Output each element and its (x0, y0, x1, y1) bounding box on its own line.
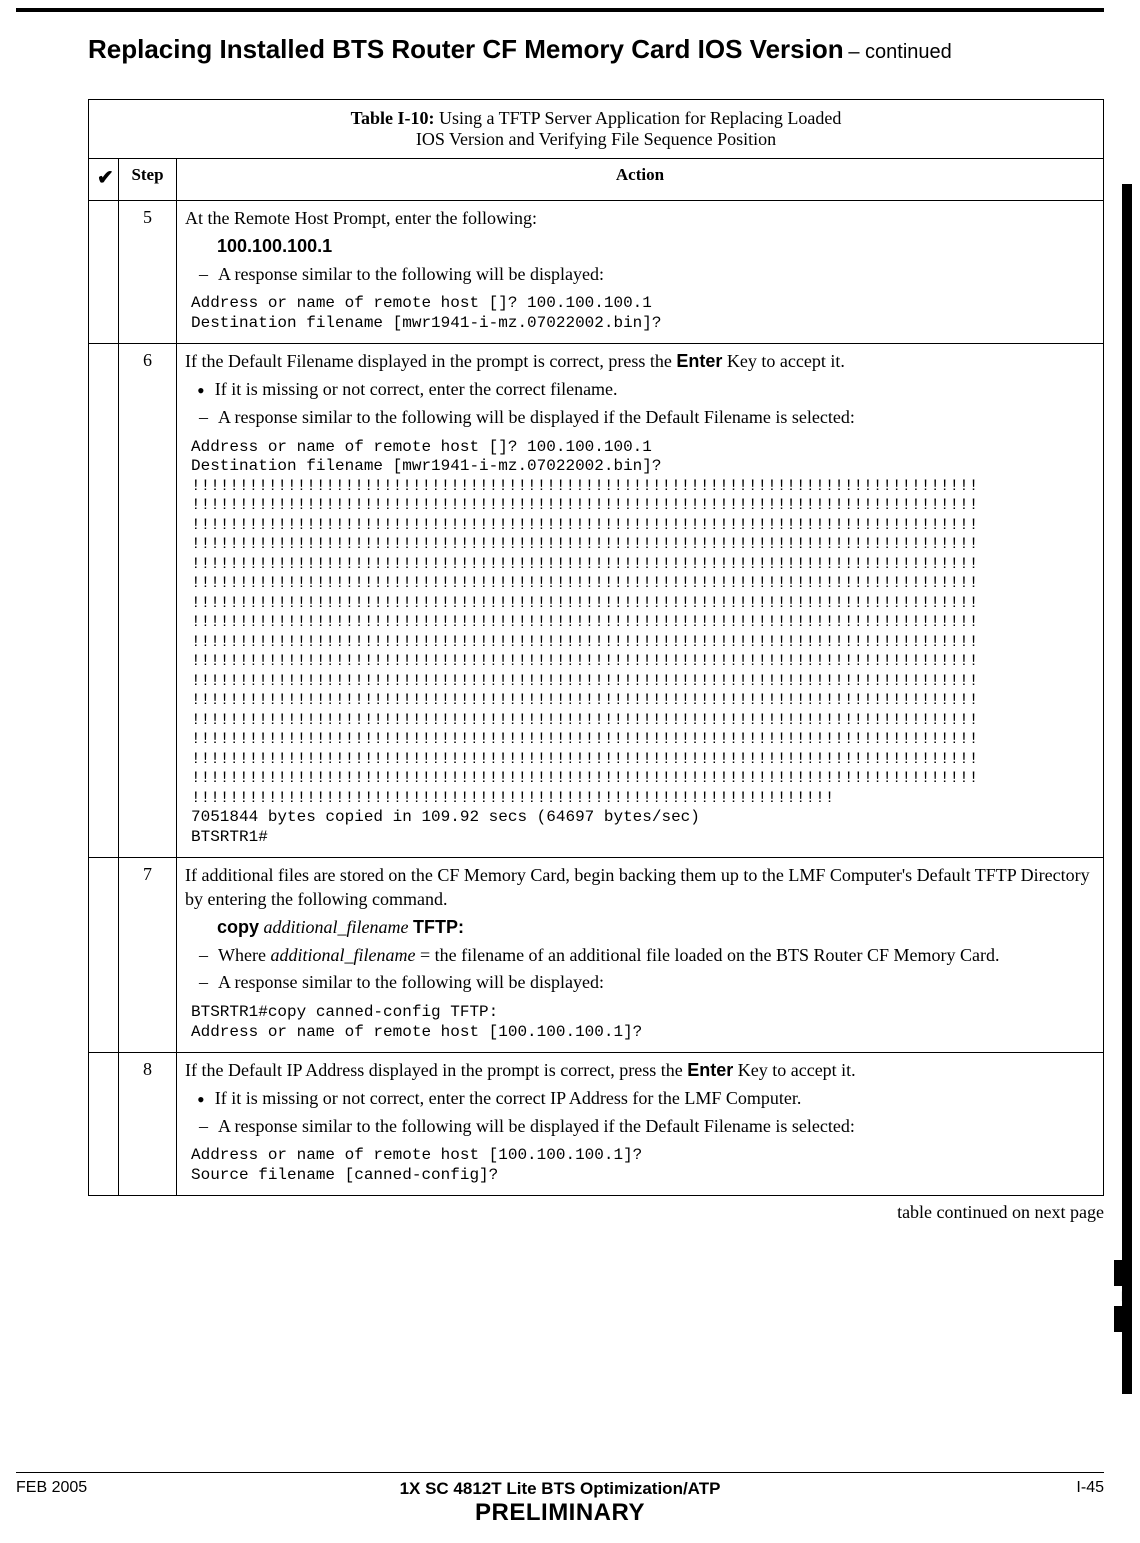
tab-block-bottom (1114, 1306, 1132, 1332)
table-caption-line2: IOS Version and Verifying File Sequence … (416, 129, 776, 149)
step-console-output: Address or name of remote host []? 100.1… (191, 438, 1095, 848)
step-console-output: Address or name of remote host [100.100.… (191, 1146, 1095, 1185)
cmd-copy: copy (217, 917, 259, 937)
table-row: 8 If the Default IP Address displayed in… (89, 1053, 1104, 1196)
bullet-icon: • (197, 1093, 205, 1117)
dash-icon: – (199, 406, 208, 430)
step-dash-text: A response similar to the following will… (218, 263, 1095, 287)
footer-doc-title: 1X SC 4812T Lite BTS Optimization/ATP (400, 1479, 721, 1499)
dash-post: = the filename of an additional file loa… (415, 945, 999, 965)
step-lead: If additional files are stored on the CF… (185, 864, 1095, 912)
footer-preliminary: PRELIMINARY (400, 1499, 721, 1527)
key-name: Enter (687, 1060, 733, 1080)
col-header-action: Action (177, 159, 1104, 201)
action-cell: If the Default IP Address displayed in t… (177, 1053, 1104, 1196)
step-lead-pre: If the Default IP Address displayed in t… (185, 1060, 687, 1080)
step-command: 100.100.100.1 (217, 236, 332, 256)
check-cell (89, 201, 119, 344)
dash-ital: additional_filename (270, 945, 415, 965)
footer-page-number: I-45 (730, 1479, 1104, 1497)
footer-date: FEB 2005 (16, 1479, 390, 1497)
dash-icon: – (199, 971, 208, 995)
step-lead: If the Default IP Address displayed in t… (185, 1059, 1095, 1083)
dash-icon: – (199, 944, 208, 968)
table-continued-note: table continued on next page (88, 1202, 1104, 1223)
table-caption-line1: Using a TFTP Server Application for Repl… (439, 108, 841, 128)
col-header-check: ✔ (89, 159, 119, 201)
tab-label: I (1114, 1286, 1132, 1306)
change-bar (1122, 184, 1132, 1394)
step-lead: At the Remote Host Prompt, enter the fol… (185, 207, 1095, 231)
top-rule (16, 8, 1104, 12)
page-title: Replacing Installed BTS Router CF Memory… (88, 34, 844, 64)
section-tab: I (1114, 1260, 1132, 1332)
footer-center: 1X SC 4812T Lite BTS Optimization/ATP PR… (400, 1479, 721, 1527)
step-dash-text: A response similar to the following will… (218, 406, 1095, 430)
action-cell: If the Default Filename displayed in the… (177, 344, 1104, 858)
table-caption: Table I-10: Using a TFTP Server Applicat… (89, 100, 1104, 159)
step-dash-text: Where additional_filename = the filename… (218, 944, 1095, 968)
dash-pre: Where (218, 945, 270, 965)
check-cell (89, 858, 119, 1053)
table-row: 7 If additional files are stored on the … (89, 858, 1104, 1053)
step-lead-post: Key to accept it. (722, 351, 844, 371)
step-bullet-text: If it is missing or not correct, enter t… (215, 1087, 802, 1111)
step-bullet-text: If it is missing or not correct, enter t… (215, 378, 618, 402)
tab-block-top (1114, 1260, 1132, 1286)
page-title-continued: – continued (848, 41, 951, 63)
step-number: 6 (119, 344, 177, 858)
page-title-line: Replacing Installed BTS Router CF Memory… (88, 34, 1104, 65)
step-console-output: BTSRTR1#copy canned-config TFTP: Address… (191, 1003, 1095, 1042)
col-header-step: Step (119, 159, 177, 201)
dash-icon: – (199, 1115, 208, 1139)
step-lead-pre: If the Default Filename displayed in the… (185, 351, 676, 371)
step-lead: If the Default Filename displayed in the… (185, 350, 1095, 374)
cmd-arg: additional_filename (259, 917, 413, 937)
check-cell (89, 344, 119, 858)
table-row: 5 At the Remote Host Prompt, enter the f… (89, 201, 1104, 344)
step-dash-text: A response similar to the following will… (218, 971, 1095, 995)
step-lead-post: Key to accept it. (733, 1060, 855, 1080)
step-number: 8 (119, 1053, 177, 1196)
cmd-tftp: TFTP: (413, 917, 464, 937)
check-cell (89, 1053, 119, 1196)
action-cell: If additional files are stored on the CF… (177, 858, 1104, 1053)
step-number: 5 (119, 201, 177, 344)
step-command: copy additional_filename TFTP: (217, 916, 1095, 940)
page-footer: FEB 2005 1X SC 4812T Lite BTS Optimizati… (16, 1472, 1104, 1527)
dash-icon: – (199, 263, 208, 287)
action-cell: At the Remote Host Prompt, enter the fol… (177, 201, 1104, 344)
procedure-table: Table I-10: Using a TFTP Server Applicat… (88, 99, 1104, 1196)
step-dash-text: A response similar to the following will… (218, 1115, 1095, 1139)
step-number: 7 (119, 858, 177, 1053)
table-row: 6 If the Default Filename displayed in t… (89, 344, 1104, 858)
bullet-icon: • (197, 384, 205, 408)
step-console-output: Address or name of remote host []? 100.1… (191, 294, 1095, 333)
table-caption-prefix: Table I-10: (351, 108, 439, 128)
key-name: Enter (676, 351, 722, 371)
